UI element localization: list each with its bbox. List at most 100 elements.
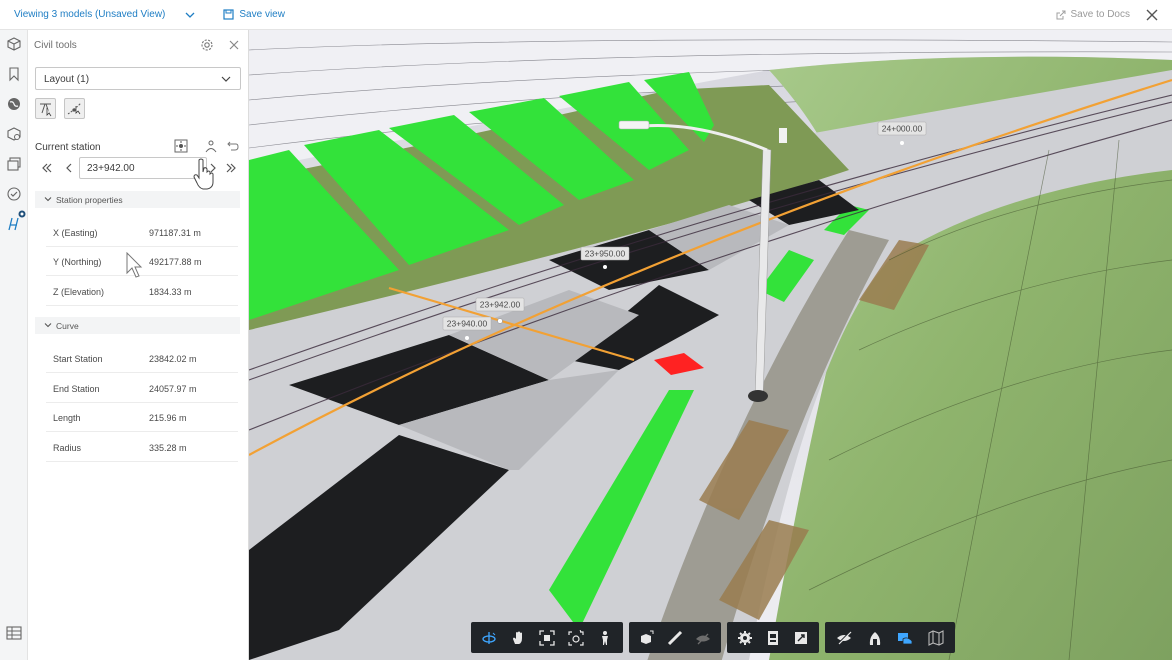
property-value: 1834.33 m [149,287,192,297]
locate-station-icon[interactable] [174,139,188,153]
view-settings-toolbar [727,622,819,653]
panel-title: Civil tools [34,40,77,51]
property-value: 23842.02 m [149,354,197,364]
last-station-button[interactable] [224,162,238,176]
chevron-down-icon [221,76,231,82]
property-row-radius: Radius 335.28 m [46,433,238,462]
fit-to-view-icon [539,629,555,646]
focus-button[interactable] [564,627,588,649]
section-icon [696,633,710,644]
issues-icon[interactable] [6,186,22,202]
station-input[interactable]: 23+942.00 [79,157,207,179]
reset-icon[interactable] [226,139,240,153]
property-key: Length [53,413,81,423]
property-row-length: Length 215.96 m [46,403,238,432]
property-key: Start Station [53,354,103,364]
property-key: Z (Elevation) [53,287,105,297]
navigation-toolbar [471,622,623,653]
civil-tools-icon [898,632,913,644]
save-view-label: Save view [239,9,285,20]
fullscreen-icon [795,631,807,644]
globe-icon[interactable] [6,96,22,112]
station-input-value: 23+942.00 [87,163,135,174]
station-tag-label: 23+940.00 [447,319,488,329]
focus-icon [568,629,584,646]
models-icon[interactable] [6,36,22,52]
curve-header[interactable]: Curve [35,317,240,334]
hand-cursor-icon [193,158,214,190]
map-button[interactable] [924,627,948,649]
property-value: 971187.31 m [149,228,201,238]
property-row-start-station: Start Station 23842.02 m [46,344,238,373]
properties-button[interactable] [761,627,785,649]
save-icon [223,9,234,20]
map-icon [928,629,944,646]
save-view-button[interactable]: Save view [223,9,285,20]
hide-button[interactable] [832,627,856,649]
chevron-down-icon [44,197,52,202]
3d-viewport[interactable]: 24+000.00 23+950.00 23+942.00 23+940.00 [249,30,1172,660]
isolate-button[interactable] [863,627,887,649]
civil-tools-icon[interactable] [6,216,22,232]
settings-icon [738,630,752,645]
double-chevron-left-icon [42,163,52,173]
app-window: Viewing 3 models (Unsaved View) Save vie… [0,0,1172,660]
model-tools-toolbar [629,622,721,653]
first-person-button[interactable] [593,627,617,649]
station-properties-header[interactable]: Station properties [35,191,240,208]
close-panel-icon[interactable] [228,39,240,51]
top-bar: Viewing 3 models (Unsaved View) Save vie… [0,0,1172,30]
viewing-models-dropdown[interactable]: Viewing 3 models (Unsaved View) [14,9,195,20]
model-browser-icon[interactable] [6,126,22,142]
civil-tools-button[interactable] [893,627,917,649]
layout-select[interactable]: Layout (1) [35,67,241,90]
property-row-end-station: End Station 24057.97 m [46,374,238,403]
curve-title: Curve [56,321,79,331]
property-value: 492177.88 m [149,257,202,267]
layout-select-value: Layout (1) [44,74,90,85]
visibility-toolbar [825,622,955,653]
property-key: X (Easting) [53,228,98,238]
bookmark-icon[interactable] [6,66,22,82]
property-row-easting: X (Easting) 971187.31 m [46,218,238,247]
measure-button[interactable] [663,627,687,649]
pick-station-icon[interactable] [204,139,218,153]
save-to-docs-label: Save to Docs [1070,9,1130,20]
station-properties-title: Station properties [56,195,123,205]
arrow-cursor-icon [126,252,143,278]
alignment-select-icon [40,103,52,117]
pan-button[interactable] [506,627,530,649]
export-icon [1056,10,1066,19]
chevron-down-icon [44,323,52,328]
station-tag-label: 23+950.00 [585,249,626,259]
first-person-icon [601,630,608,645]
save-to-docs-button[interactable]: Save to Docs [1056,9,1130,20]
sheets-icon[interactable] [6,156,22,172]
double-chevron-right-icon [226,163,236,173]
table-icon[interactable] [6,626,22,640]
prev-station-button[interactable] [62,162,76,176]
property-key: End Station [53,384,100,394]
first-station-button[interactable] [40,162,54,176]
orbit-icon [482,631,497,644]
viewing-models-label: Viewing 3 models (Unsaved View) [14,9,166,20]
station-tool-button[interactable] [64,98,85,119]
explode-model-button[interactable] [635,627,659,649]
chevron-left-icon [66,163,72,173]
fullscreen-button[interactable] [789,627,813,649]
isolate-icon [869,631,880,645]
settings-button[interactable] [733,627,757,649]
hide-icon [837,630,852,645]
alignment-tool-button[interactable] [35,98,56,119]
property-key: Radius [53,443,82,453]
chevron-down-icon [185,12,195,18]
gear-icon[interactable] [200,38,214,52]
section-button[interactable] [691,627,715,649]
close-icon[interactable] [1144,7,1160,23]
station-tag-label: 23+942.00 [480,300,521,310]
fit-to-view-button[interactable] [535,627,559,649]
property-key: Y (Northing) [53,257,102,267]
orbit-button[interactable] [477,627,501,649]
property-value: 215.96 m [149,413,187,423]
current-station-label: Current station [35,142,101,153]
